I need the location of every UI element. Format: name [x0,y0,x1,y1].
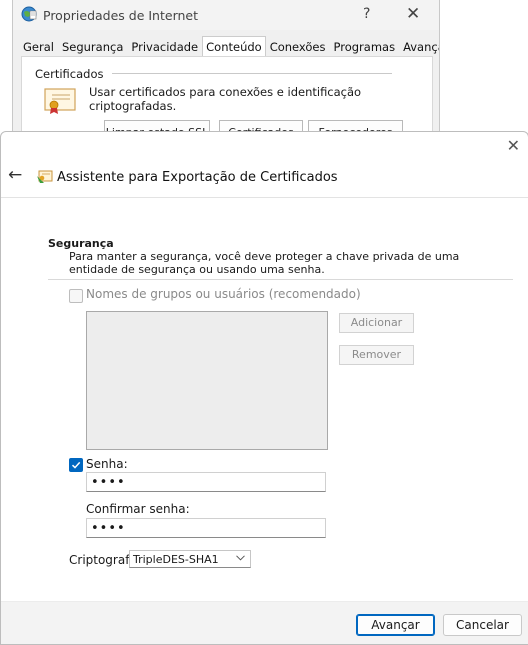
certificates-description: Usar certificados para conexões e identi… [89,85,362,113]
checkmark-icon [71,461,81,469]
password-field[interactable]: •••• [86,472,326,492]
certificate-icon [44,88,76,114]
certificate-wizard-icon [37,170,53,183]
add-button[interactable]: Adicionar [339,313,414,333]
help-icon[interactable]: ? [363,6,370,22]
section-divider [48,279,513,280]
remove-button[interactable]: Remover [339,345,414,365]
section-description: Para manter a segurança, você deve prote… [69,250,460,276]
groups-list [86,311,328,450]
globe-icon [21,6,37,22]
section-heading: Segurança [48,237,114,250]
next-button[interactable]: Avançar [356,614,435,636]
encryption-selected-value: TripleDES-SHA1 [133,553,219,566]
internet-properties-title: Propriedades de Internet [43,8,199,23]
internet-properties-dialog: Propriedades de Internet ? ✕ Geral Segur… [12,0,440,141]
groups-checkbox-label: Nomes de grupos ou usuários (recomendado… [86,287,361,301]
wizard-footer: Avançar Cancelar [1,601,528,644]
certificate-export-wizard: ✕ ← Assistente para Exportação de Certif… [0,131,528,645]
content-tab-panel: Certificados Usar certificados para cone… [21,56,433,140]
close-icon[interactable]: ✕ [507,136,520,155]
encryption-select[interactable]: TripleDES-SHA1 [129,550,251,568]
wizard-title: Assistente para Exportação de Certificad… [57,170,338,185]
confirm-password-label: Confirmar senha: [86,502,190,516]
header-divider [1,197,528,198]
confirm-password-field[interactable]: •••• [86,518,326,538]
groups-checkbox[interactable] [69,289,83,303]
back-arrow-icon[interactable]: ← [8,165,22,185]
certificates-group-label: Certificados [35,67,104,81]
close-icon[interactable]: ✕ [406,4,420,24]
cancel-button[interactable]: Cancelar [443,614,522,636]
internet-properties-tabs: Geral Segurança Privacidade Conteúdo Con… [19,36,439,59]
chevron-down-icon [236,555,245,561]
password-checkbox-label: Senha: [86,457,128,471]
group-divider [112,73,392,74]
internet-properties-titlebar: Propriedades de Internet ? ✕ [13,0,439,30]
password-checkbox[interactable] [69,458,83,472]
